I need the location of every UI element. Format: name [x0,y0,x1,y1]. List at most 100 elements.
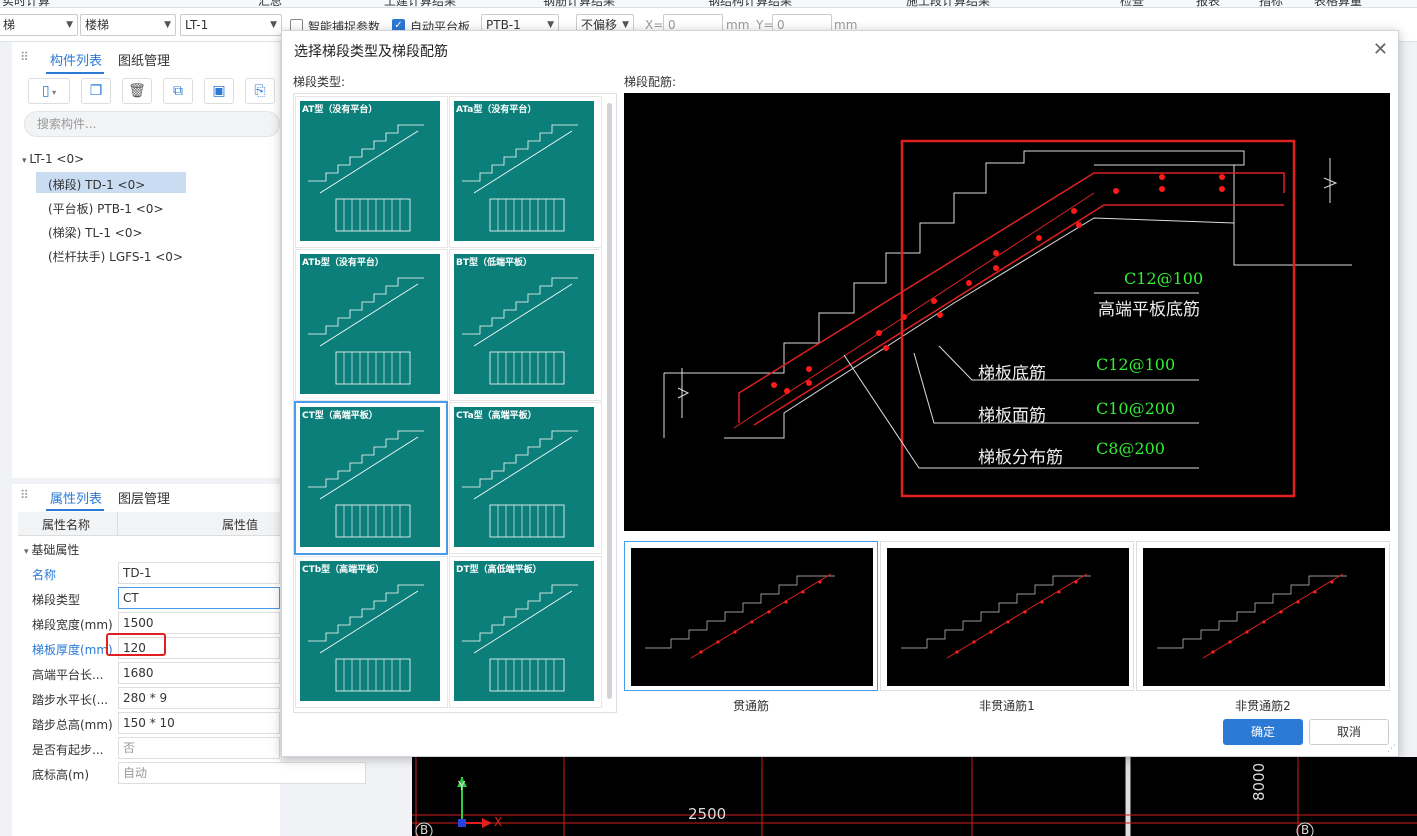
rebar-spec-face: C10@200 [1096,399,1176,418]
rebar-section-label: 梯段配筋: [624,75,677,89]
variant-rebar-dot [1330,580,1334,584]
variant-rebar-dot [1040,600,1044,604]
variant-through-rebar[interactable] [624,541,878,691]
close-icon[interactable]: ✕ [1373,39,1388,60]
stair-type-ata[interactable]: ATa型（没有平台） [449,96,602,248]
stair-type-at[interactable]: AT型（没有平台） [295,96,448,248]
stair-type-thumbnail: CTb型（高端平板） [300,561,440,701]
tab-layers[interactable]: 图层管理 [118,488,170,507]
y-axis-label: Y [458,779,466,793]
stair-type-thumbnail: ATb型（没有平台） [300,254,440,394]
prop-value-input[interactable]: 否 [118,737,280,759]
stair-type-bt[interactable]: BT型（低端平板） [449,249,602,401]
variant-non-through-1[interactable] [880,541,1134,691]
menu-item[interactable]: 报表 [1196,0,1220,7]
cad-canvas[interactable]: Y X 2500 8000 B B [412,757,1417,836]
tree-item-td[interactable]: (梯段) TD-1 <0> [48,176,145,193]
prop-value-input[interactable]: 1680 [118,662,280,684]
duplicate-button[interactable]: ⧉ [163,78,193,104]
props-group[interactable]: ▾ 基础属性 [24,541,79,558]
duplicate-icon: ⧉ [173,83,183,99]
menu-item[interactable]: 指标 [1259,0,1283,7]
rebar-label-face: 梯板面筋 [978,406,1046,426]
menu-item[interactable]: 实时计算 [2,0,50,7]
tree-item-lgfs[interactable]: (栏杆扶手) LGFS-1 <0> [48,248,183,265]
prop-name: 梯段宽度(mm) [32,618,113,632]
stair-outline [308,430,424,488]
stair-outline [462,584,578,642]
menu-item[interactable]: 汇总 [258,0,282,7]
stair-type-ctb[interactable]: CTb型（高端平板） [295,556,448,708]
drag-handle-icon[interactable]: ⠿ [20,50,29,64]
save-template-button[interactable]: ▣ [204,78,234,104]
stair-outline [308,584,424,642]
variant-rebar-dot [1279,610,1283,614]
prop-name: 梯段类型 [32,593,81,607]
stair-slab-line [319,283,419,347]
variant-non-through-2[interactable] [1136,541,1390,691]
stair-type-cta[interactable]: CTa型（高端平板） [449,402,602,554]
tree-root[interactable]: ▾ LT-1 <0> [22,152,84,166]
ok-button[interactable]: 确定 [1223,719,1303,745]
export-icon: ⎘ [254,83,266,99]
variant-label: 贯通筋 [732,699,769,713]
menu-item[interactable]: 钢筋计算结果 [543,0,615,7]
stair-type-dialog: 选择梯段类型及梯段配筋 ✕ 梯段类型: 梯段配筋: AT型（没有平台） ATa型… [281,30,1399,757]
menu-item[interactable]: 检查 [1120,0,1144,7]
drag-handle-icon[interactable]: ⠿ [20,488,29,502]
prop-value-input[interactable]: CT [118,587,280,609]
tab-drawing-management[interactable]: 图纸管理 [118,50,170,69]
variant-rebar-line [690,573,832,659]
prop-value-input[interactable]: 1500 [118,612,280,634]
tab-properties[interactable]: 属性列表 [50,488,102,507]
variant-rebar-dot [750,620,754,624]
menu-item[interactable]: 土建计算结果 [384,0,456,7]
new-component-button[interactable]: ▯ ▾ [28,78,70,104]
variant-thumbnail [1143,548,1385,686]
col-value-header: 属性值 [222,518,259,532]
menu-item[interactable]: 施工段计算结果 [906,0,990,7]
category-select[interactable]: 梯 ▼ [0,14,78,36]
stair-type-thumbnail: BT型（低端平板） [454,254,594,394]
axis-bubble-label: B [420,823,429,836]
type-list-scrollbar[interactable] [607,103,612,699]
stair-railing [489,658,565,692]
variant-rebar-dot [1023,610,1027,614]
prop-value-input[interactable]: 150 * 10 [118,712,280,734]
stair-type-atb[interactable]: ATb型（没有平台） [295,249,448,401]
stair-type-thumbnail: CT型（高端平板） [300,407,440,547]
menu-item[interactable]: 钢结构计算结果 [708,0,792,7]
type-select[interactable]: 楼梯 ▼ [80,14,176,36]
dimension-label: 2500 [688,805,727,823]
variant-rebar-line [946,573,1088,659]
stair-outline [462,277,578,335]
variant-rebar-dot [1245,630,1249,634]
export-button[interactable]: ⎘ [245,78,275,104]
tree-item-ptb[interactable]: (平台板) PTB-1 <0> [48,200,164,217]
component-search-input[interactable]: 搜索构件... [24,111,280,137]
stair-railing [489,504,565,538]
prop-value-input[interactable]: 280 * 9 [118,687,280,709]
stair-type-thumbnail: CTa型（高端平板） [454,407,594,547]
stair-type-dt[interactable]: DT型（高低端平板） [449,556,602,708]
variant-rebar-dot [716,640,720,644]
prop-name: 梯板厚度(mm) [32,643,113,657]
tab-component-list[interactable]: 构件列表 [50,50,102,69]
panel-divider [12,478,280,484]
prop-name: 底标高(m) [32,768,90,782]
variant-rebar-dot [784,600,788,604]
variant-rebar-dot [801,590,805,594]
stair-type-ct[interactable]: CT型（高端平板） [294,401,448,555]
copy-button[interactable]: ❐ [81,78,111,104]
tree-item-tl[interactable]: (梯梁) TL-1 <0> [48,224,143,241]
dialog-title: 选择梯段类型及梯段配筋 [294,44,448,60]
prop-name: 踏步水平长(... [32,693,109,707]
prop-value-input[interactable]: TD-1 [118,562,280,584]
prop-value-input[interactable]: 自动 [118,762,366,784]
prop-row-bottom-elevation: 底标高(m) 自动 [18,762,366,787]
resize-grip-icon[interactable]: ⋰ [1387,744,1396,754]
cancel-button[interactable]: 取消 [1309,719,1389,745]
delete-button[interactable]: 🗑 [122,78,152,104]
menu-item[interactable]: 表格算量 [1314,0,1362,7]
component-select[interactable]: LT-1 ▼ [180,14,282,36]
